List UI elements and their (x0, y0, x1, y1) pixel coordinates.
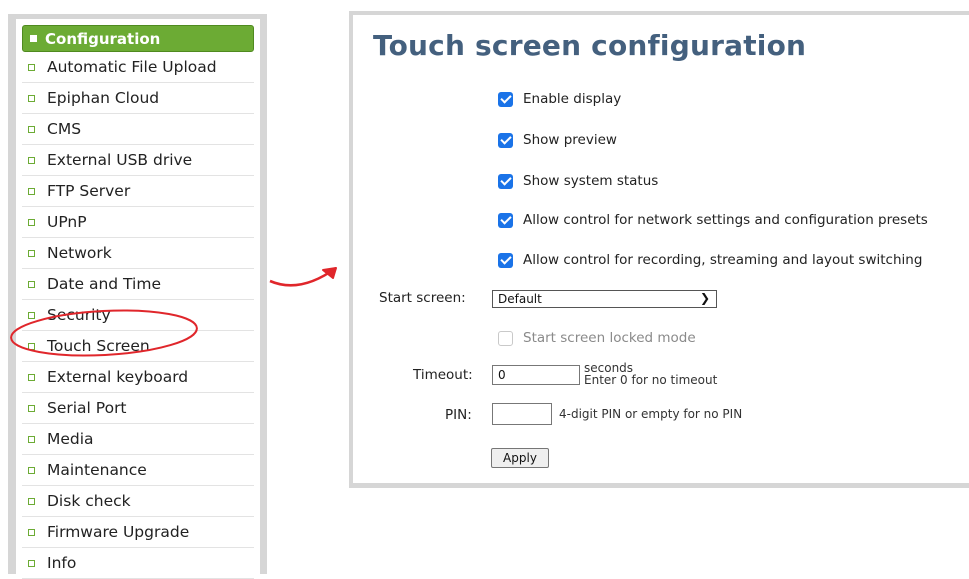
checkbox-checked-icon[interactable] (498, 252, 513, 268)
sidebar: Configuration Automatic File Upload Epiph… (8, 14, 267, 579)
square-bullet-icon (28, 280, 35, 288)
sidebar-header-configuration[interactable]: Configuration (22, 25, 254, 52)
touch-screen-panel: Touch screen configuration Enable displa… (349, 11, 969, 488)
sidebar-item-touch-screen[interactable]: Touch Screen (22, 331, 254, 362)
square-bullet-icon (28, 311, 35, 319)
square-bullet-icon (28, 404, 35, 412)
checkbox-show-system-status[interactable]: Show system status (498, 173, 658, 189)
sidebar-item-network[interactable]: Network (22, 238, 254, 269)
sidebar-item-label: Epiphan Cloud (47, 89, 160, 107)
checkbox-unchecked-icon (498, 330, 513, 346)
arrowhead-icon (322, 267, 337, 279)
sidebar-item-label: Security (47, 306, 111, 324)
checkbox-label: Allow control for network settings and c… (523, 212, 928, 228)
start-screen-value: Default (498, 292, 542, 306)
sidebar-item-security[interactable]: Security (22, 300, 254, 331)
square-bullet-icon (28, 528, 35, 536)
checkbox-checked-icon[interactable] (498, 132, 513, 148)
sidebar-item-label: UPnP (47, 213, 87, 231)
sidebar-item-automatic-file-upload[interactable]: Automatic File Upload (22, 52, 254, 83)
checkbox-label: Start screen locked mode (523, 330, 696, 346)
sidebar-item-label: Maintenance (47, 461, 147, 479)
timeout-input[interactable]: 0 (492, 365, 580, 385)
checkbox-show-preview[interactable]: Show preview (498, 132, 617, 148)
sidebar-item-media[interactable]: Media (22, 424, 254, 455)
timeout-label: Timeout: (413, 367, 473, 383)
chevron-down-icon: ❯ (699, 291, 710, 305)
sidebar-item-label: Disk check (47, 492, 131, 510)
square-bullet-icon (28, 156, 35, 164)
sidebar-item-label: Automatic File Upload (47, 58, 217, 76)
square-bullet-icon (28, 218, 35, 226)
sidebar-item-label: Serial Port (47, 399, 127, 417)
checkbox-label: Show system status (523, 173, 659, 189)
checkbox-checked-icon[interactable] (498, 173, 513, 189)
timeout-value: 0 (498, 368, 506, 382)
sidebar-menu: Automatic File Upload Epiphan Cloud CMS Ext… (22, 52, 254, 579)
apply-button[interactable]: Apply (491, 448, 549, 468)
touch-screen-form: Touch screen configuration Enable displa… (353, 15, 969, 483)
annotation-arrow-icon (269, 266, 337, 287)
sidebar-item-label: Touch Screen (47, 337, 150, 355)
square-bullet-icon (28, 249, 35, 257)
sidebar-item-label: Network (47, 244, 112, 262)
square-bullet-icon (28, 466, 35, 474)
sidebar-item-external-keyboard[interactable]: External keyboard (22, 362, 254, 393)
checkbox-start-screen-locked: Start screen locked mode (498, 330, 696, 346)
square-bullet-icon (28, 63, 35, 71)
sidebar-item-firmware-upgrade[interactable]: Firmware Upgrade (22, 517, 254, 548)
sidebar-item-epiphan-cloud[interactable]: Epiphan Cloud (22, 83, 254, 114)
sidebar-item-label: Firmware Upgrade (47, 523, 190, 541)
sidebar-header-label: Configuration (45, 29, 161, 48)
checkbox-label: Allow control for recording, streaming a… (523, 252, 923, 268)
square-bullet-icon (28, 435, 35, 443)
square-bullet-icon (28, 373, 35, 381)
checkbox-checked-icon[interactable] (498, 91, 513, 107)
sidebar-item-disk-check[interactable]: Disk check (22, 486, 254, 517)
square-bullet-icon (28, 497, 35, 505)
sidebar-item-date-and-time[interactable]: Date and Time (22, 269, 254, 300)
sidebar-item-label: FTP Server (47, 182, 131, 200)
pin-hint: 4-digit PIN or empty for no PIN (559, 407, 743, 421)
start-screen-select[interactable]: Default ❯ (492, 290, 717, 308)
sidebar-item-external-usb-drive[interactable]: External USB drive (22, 145, 254, 176)
square-bullet-icon (28, 187, 35, 195)
sidebar-item-label: External USB drive (47, 151, 193, 169)
sidebar-item-info[interactable]: Info (22, 548, 254, 579)
checkbox-allow-network-control[interactable]: Allow control for network settings and c… (498, 212, 928, 228)
sidebar-item-maintenance[interactable]: Maintenance (22, 455, 254, 486)
checkbox-label: Enable display (523, 91, 622, 107)
pin-input[interactable] (492, 403, 552, 425)
pin-label: PIN: (445, 407, 472, 423)
checkbox-checked-icon[interactable] (498, 212, 513, 228)
square-bullet-icon (28, 94, 35, 102)
sidebar-item-cms[interactable]: CMS (22, 114, 254, 145)
start-screen-label: Start screen: (379, 290, 466, 306)
square-bullet-icon (30, 35, 37, 42)
checkbox-enable-display[interactable]: Enable display (498, 91, 621, 107)
timeout-hint: Enter 0 for no timeout (584, 373, 718, 387)
sidebar-item-upnp[interactable]: UPnP (22, 207, 254, 238)
checkbox-allow-recording-control[interactable]: Allow control for recording, streaming a… (498, 252, 922, 268)
sidebar-panel: Configuration Automatic File Upload Epiph… (16, 19, 260, 579)
sidebar-item-label: Date and Time (47, 275, 161, 293)
square-bullet-icon (28, 125, 35, 133)
sidebar-item-serial-port[interactable]: Serial Port (22, 393, 254, 424)
sidebar-item-ftp-server[interactable]: FTP Server (22, 176, 254, 207)
checkbox-label: Show preview (523, 132, 617, 148)
sidebar-item-label: External keyboard (47, 368, 189, 386)
sidebar-item-label: Media (47, 430, 94, 448)
sidebar-item-label: Info (47, 554, 77, 572)
sidebar-item-label: CMS (47, 120, 82, 138)
page-title: Touch screen configuration (373, 29, 807, 62)
square-bullet-icon (28, 342, 35, 350)
